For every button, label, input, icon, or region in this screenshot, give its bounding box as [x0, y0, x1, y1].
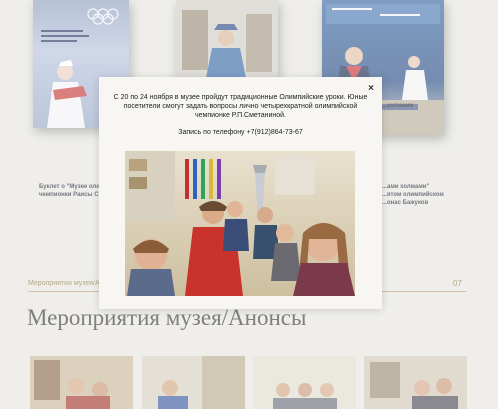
announcement-modal: × С 20 по 24 ноября в музее пройдут трад…: [99, 77, 382, 309]
page: ...холмами Буклет о "Музее оли... чемпио…: [0, 0, 498, 409]
modal-phone-text: Запись по телефону +7(912)864-73-67: [178, 129, 303, 136]
modal-photo: [125, 151, 355, 296]
photo-image-icon: [125, 151, 355, 296]
modal-announcement-text: С 20 по 24 ноября в музее пройдут традиц…: [113, 94, 368, 119]
